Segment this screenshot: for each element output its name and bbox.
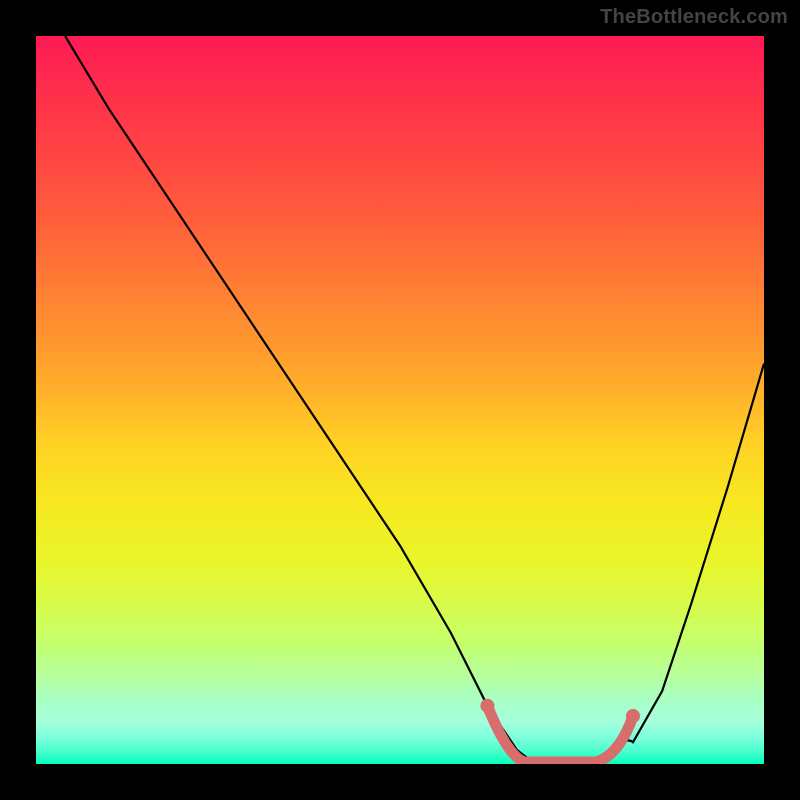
plot-area [36, 36, 764, 764]
highlight-end-dot [626, 709, 640, 723]
chart-frame: TheBottleneck.com [0, 0, 800, 800]
bottleneck-curve-path [65, 36, 764, 764]
pale-bottom-band [36, 644, 764, 764]
highlight-start-dot [480, 699, 494, 713]
highlight-segment [487, 706, 633, 762]
bottleneck-curve-svg [36, 36, 764, 764]
watermark-text: TheBottleneck.com [600, 6, 788, 29]
